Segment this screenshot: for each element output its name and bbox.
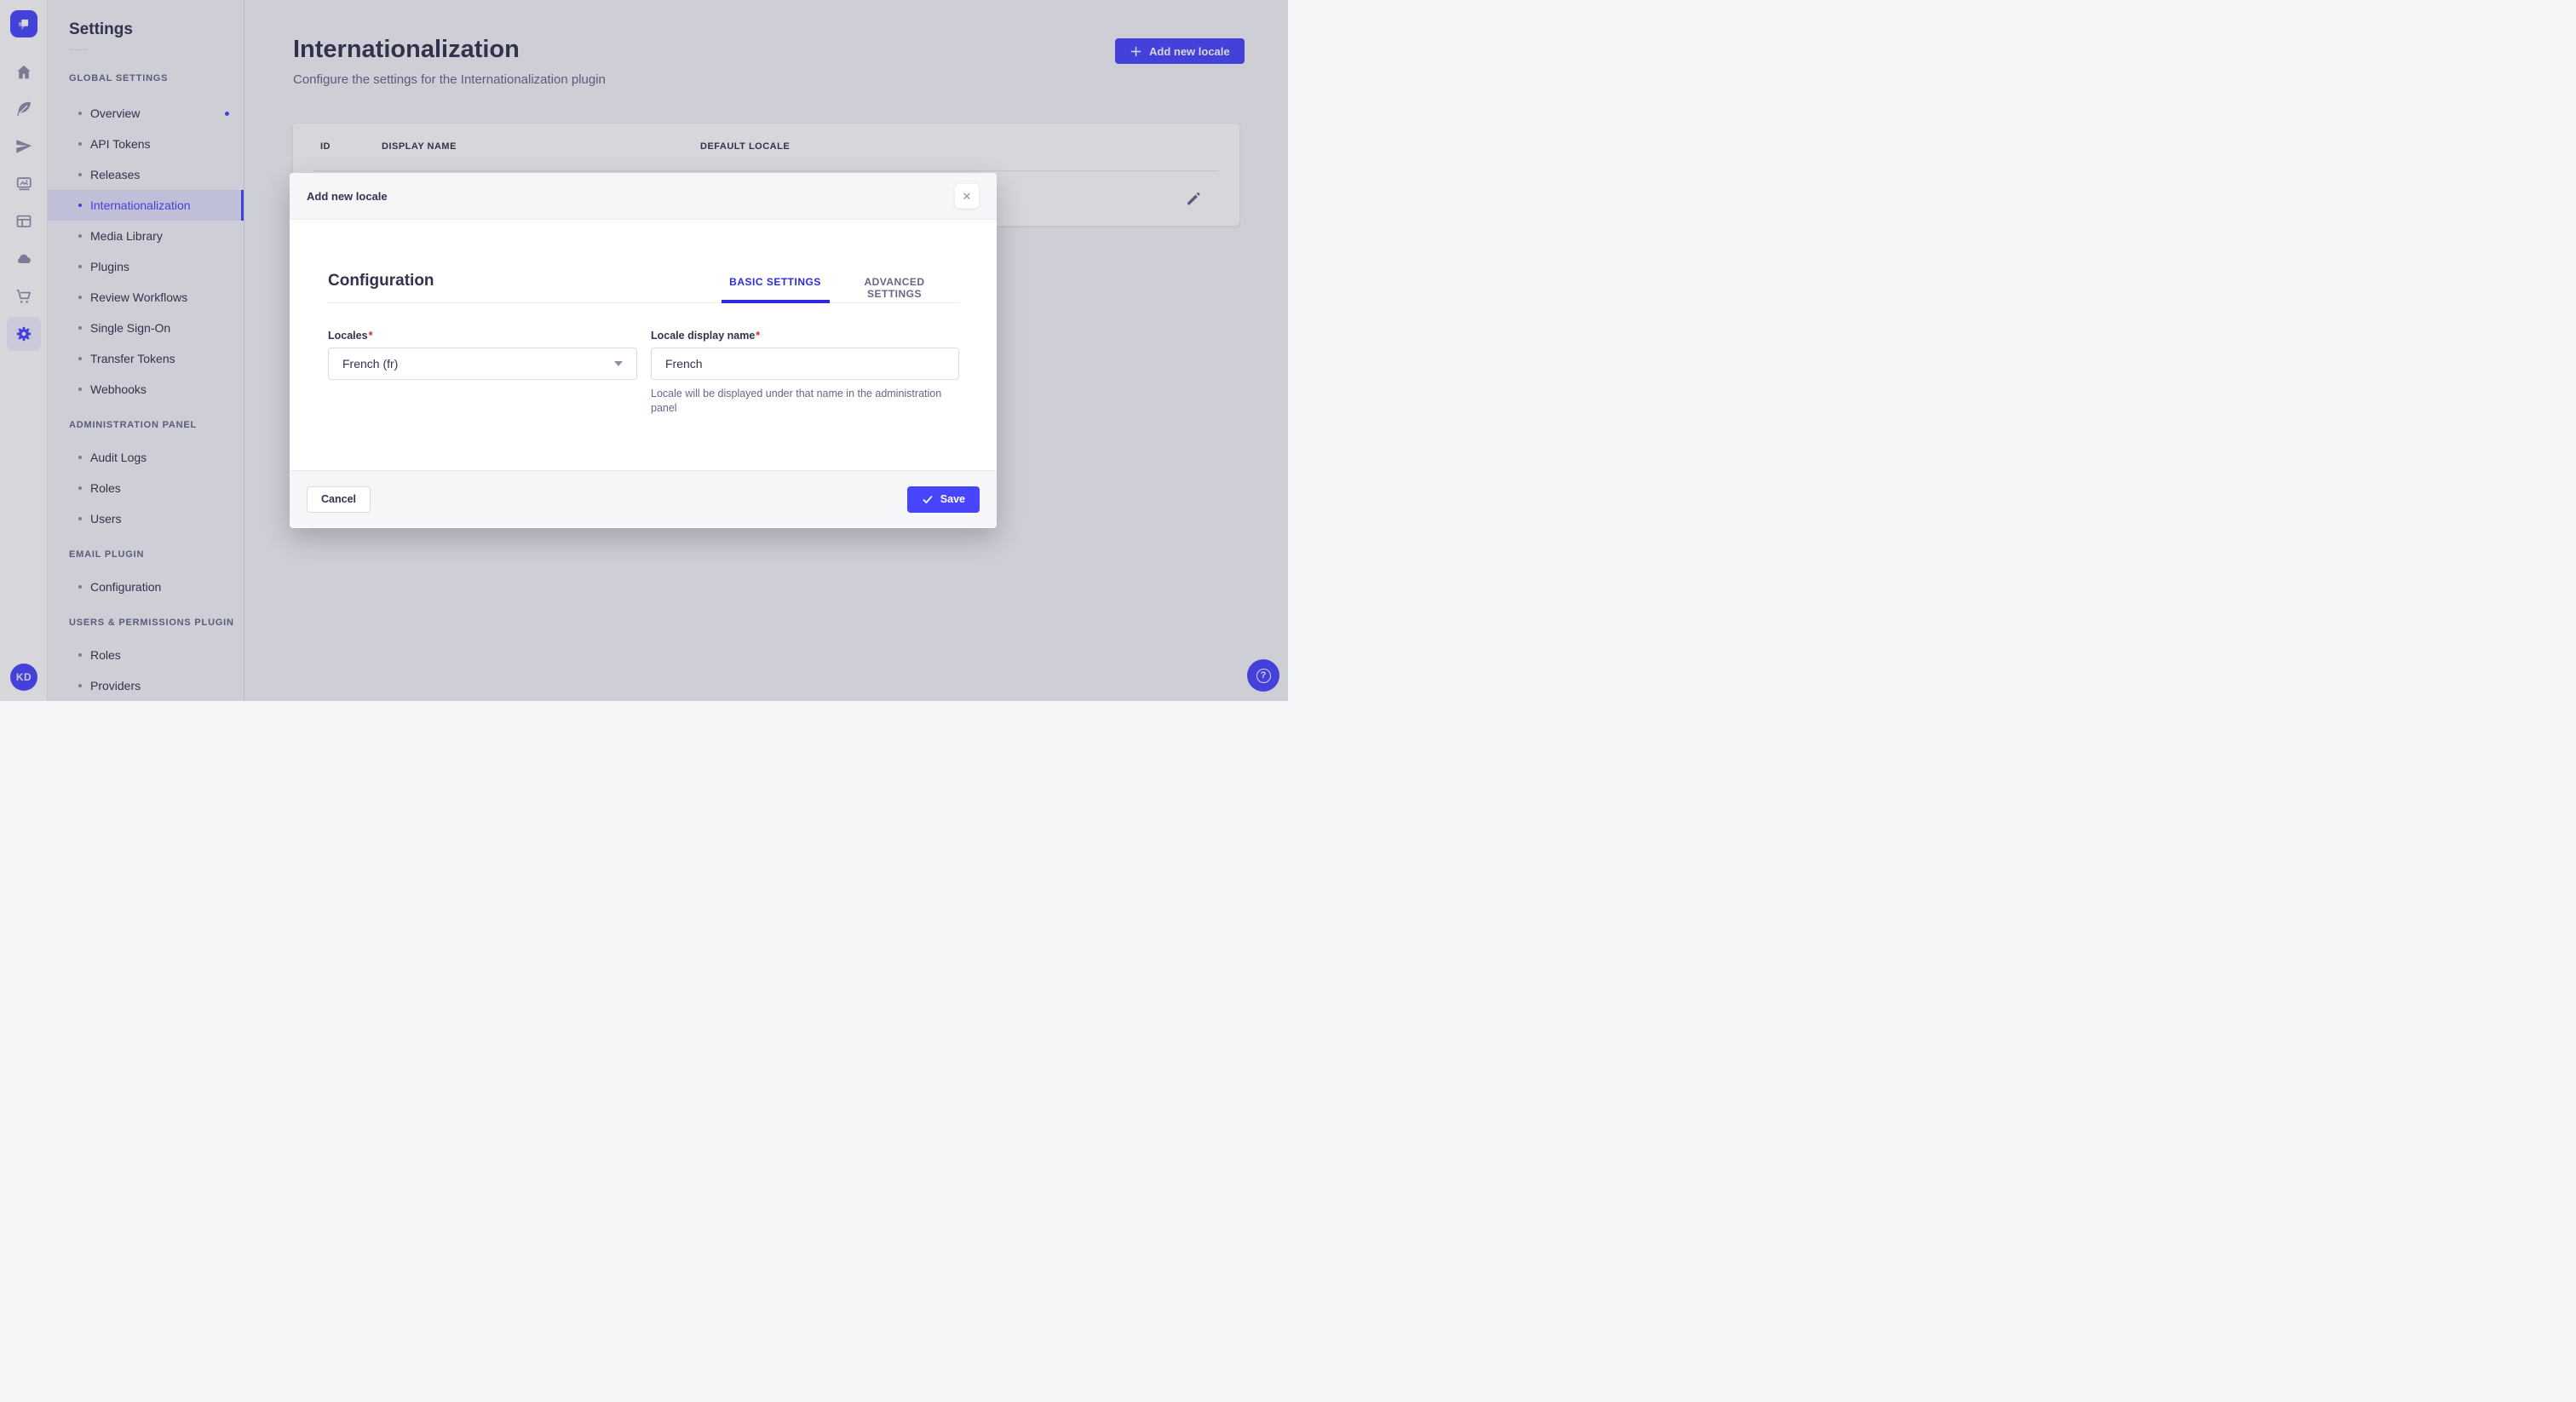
modal-title: Add new locale bbox=[307, 189, 388, 203]
save-button[interactable]: Save bbox=[906, 486, 980, 513]
display-name-input[interactable] bbox=[651, 348, 959, 380]
modal-header: Add new locale ✕ bbox=[290, 173, 997, 220]
cancel-button[interactable]: Cancel bbox=[307, 486, 371, 513]
display-name-helper-text: Locale will be displayed under that name… bbox=[651, 388, 942, 414]
tab-advanced-settings[interactable]: ADVANCED SETTINGS bbox=[843, 276, 946, 300]
close-icon: ✕ bbox=[962, 189, 972, 203]
add-locale-modal: Add new locale ✕ Configuration BASIC SET… bbox=[290, 173, 997, 528]
chevron-down-icon bbox=[614, 361, 623, 366]
modal-body: Configuration BASIC SETTINGS ADVANCED SE… bbox=[290, 220, 997, 470]
locales-label: Locales* bbox=[328, 330, 373, 342]
display-name-label: Locale display name* bbox=[651, 330, 761, 342]
locales-select[interactable]: French (fr) bbox=[328, 348, 637, 380]
tab-basic-settings[interactable]: BASIC SETTINGS bbox=[729, 276, 821, 288]
close-button[interactable]: ✕ bbox=[954, 183, 980, 209]
check-icon bbox=[923, 496, 933, 504]
required-asterisk: * bbox=[756, 330, 761, 342]
configuration-heading: Configuration bbox=[328, 272, 434, 290]
locales-select-value: French (fr) bbox=[342, 357, 399, 371]
modal-footer: Cancel Save bbox=[290, 470, 997, 527]
tabs-divider bbox=[328, 302, 959, 303]
active-tab-underline bbox=[722, 300, 830, 303]
required-asterisk: * bbox=[368, 330, 373, 342]
